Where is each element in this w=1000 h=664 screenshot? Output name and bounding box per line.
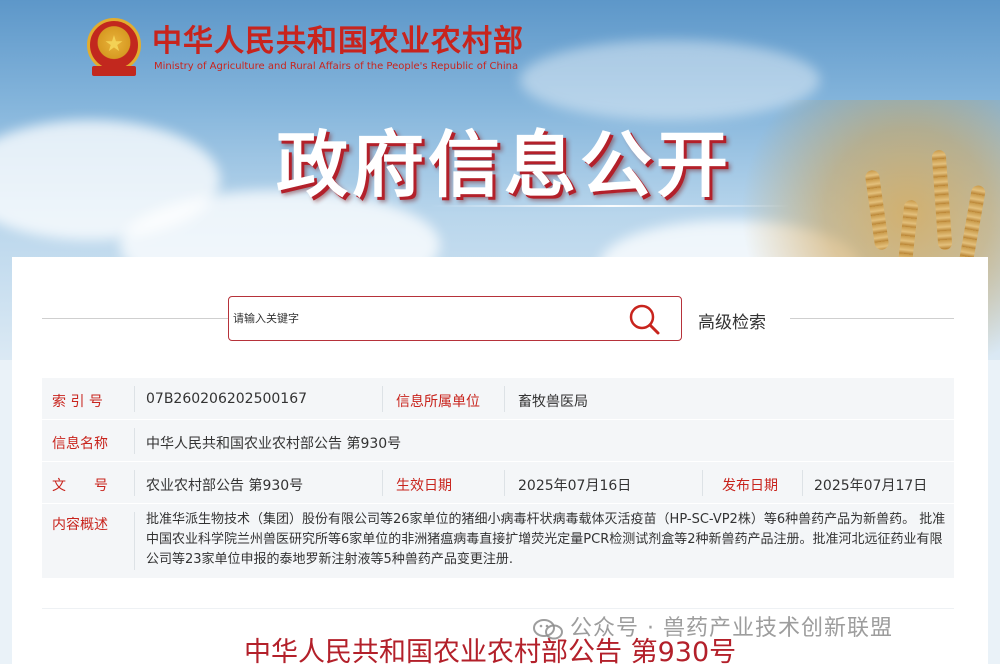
search-box (228, 296, 682, 341)
ministry-name-en: Ministry of Agriculture and Rural Affair… (154, 61, 519, 72)
cell-divider (504, 386, 505, 412)
org-label: 信息所属单位 (396, 394, 480, 410)
cell-divider (134, 428, 135, 454)
summary-label: 内容概述 (52, 517, 108, 533)
ministry-name-cn[interactable]: 中华人民共和国农业农村部 (152, 16, 524, 60)
table-row: 信息名称 中华人民共和国农业农村部公告 第930号 (42, 420, 954, 462)
effective-date-label: 生效日期 (396, 478, 452, 494)
info-table: 索 引 号 07B260206202500167 信息所属单位 畜牧兽医局 信息… (42, 378, 954, 578)
org-value: 畜牧兽医局 (518, 394, 588, 410)
search-divider-left (42, 318, 228, 319)
emblem-base (92, 66, 136, 76)
cell-divider (802, 470, 803, 496)
publish-date-label: 发布日期 (722, 478, 778, 494)
publish-date-value: 2025年07月17日 (814, 478, 928, 494)
advanced-search-link[interactable]: 高级检索 (698, 308, 766, 333)
banner-title: 政府信息公开 (276, 123, 733, 207)
doc-number-value: 农业农村部公告 第930号 (146, 478, 304, 494)
search-button[interactable] (625, 300, 665, 338)
banner-divider (430, 205, 790, 207)
summary-text: 批准华派生物技术（集团）股份有限公司等26家单位的猪细小病毒杆状病毒载体灭活疫苗… (146, 512, 946, 567)
name-value: 中华人民共和国农业农村部公告 第930号 (146, 436, 402, 452)
cell-divider (382, 470, 383, 496)
table-row: 文 号 农业农村部公告 第930号 生效日期 2025年07月16日 发布日期 … (42, 462, 954, 504)
name-label: 信息名称 (52, 436, 108, 452)
cell-divider (382, 386, 383, 412)
search-icon (629, 304, 660, 335)
wechat-watermark: 公众号 · 兽药产业技术创新联盟 (532, 610, 893, 642)
index-value: 07B260206202500167 (146, 391, 308, 407)
wechat-icon (533, 619, 563, 640)
cell-divider (134, 386, 135, 412)
effective-date-value: 2025年07月16日 (518, 478, 632, 494)
cell-divider (134, 470, 135, 496)
national-emblem-icon: ★ (87, 18, 141, 72)
cell-divider (134, 512, 135, 570)
table-row: 内容概述 批准华派生物技术（集团）股份有限公司等26家单位的猪细小病毒杆状病毒载… (42, 504, 954, 578)
cell-divider (504, 470, 505, 496)
index-label: 索 引 号 (52, 394, 103, 410)
doc-number-label: 文 号 (52, 478, 108, 494)
table-row: 索 引 号 07B260206202500167 信息所属单位 畜牧兽医局 (42, 378, 954, 420)
search-divider-right (790, 318, 954, 319)
cell-divider (702, 470, 703, 496)
watermark-text: 公众号 · 兽药产业技术创新联盟 (570, 616, 893, 641)
search-input[interactable] (229, 297, 624, 339)
